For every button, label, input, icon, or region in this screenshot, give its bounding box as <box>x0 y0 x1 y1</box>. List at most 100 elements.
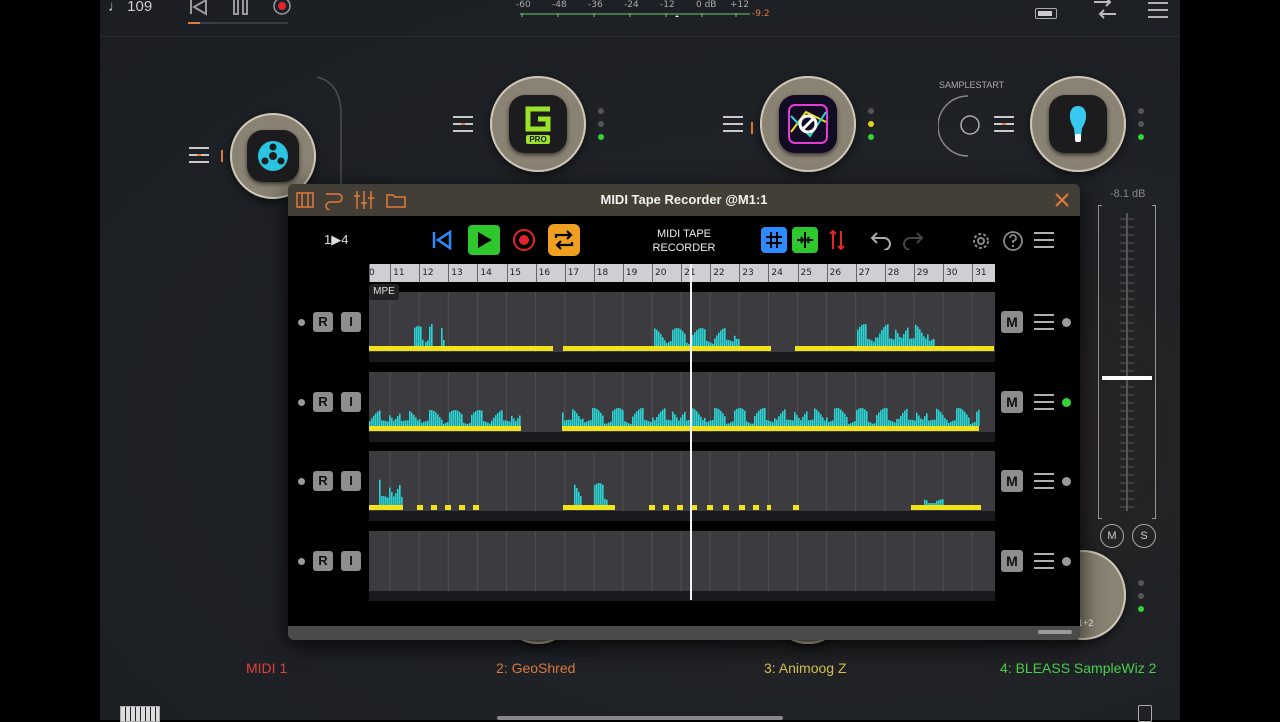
meter-tick: +12 <box>730 0 749 10</box>
ruler-tick <box>564 264 566 282</box>
midi-note <box>658 414 660 426</box>
loop-range-display[interactable]: 1▶4 <box>324 232 348 248</box>
tempo-display[interactable]: ♩ 109 <box>108 0 152 15</box>
help-button[interactable] <box>1002 230 1024 252</box>
rewind-button[interactable] <box>188 0 208 16</box>
playhead[interactable] <box>690 264 692 600</box>
midi-note <box>904 410 906 426</box>
track-mute-button[interactable]: M <box>1001 391 1023 413</box>
keyboard-view-button[interactable] <box>296 192 314 208</box>
midi-note <box>704 418 706 426</box>
track-lane[interactable] <box>369 531 995 601</box>
loop-button[interactable] <box>548 224 580 256</box>
node-settings-icon[interactable] <box>723 116 753 136</box>
geoshred-node[interactable]: PRO <box>490 76 586 172</box>
samplestart-knob[interactable] <box>938 94 1002 158</box>
record-icon <box>513 229 535 251</box>
settings-button[interactable] <box>970 230 992 252</box>
midi-note <box>952 420 954 426</box>
midi-note <box>887 324 889 346</box>
track-record-button[interactable]: R <box>313 471 333 491</box>
midi-note <box>457 410 459 426</box>
grid-snap-button[interactable] <box>761 227 787 253</box>
pause-button[interactable] <box>232 0 250 16</box>
midi-note <box>722 413 724 426</box>
track-lane[interactable] <box>369 292 995 362</box>
loop-icon <box>554 230 574 250</box>
transpose-button[interactable] <box>828 229 846 251</box>
midi-note <box>716 335 718 346</box>
track-mute-button[interactable]: M <box>1001 470 1023 492</box>
files-button[interactable] <box>386 192 406 208</box>
midi-note <box>718 332 720 346</box>
midi-note <box>891 338 893 346</box>
track-menu-button[interactable] <box>1034 553 1054 569</box>
window-title-bar[interactable]: MIDI Tape Recorder @M1:1 <box>288 184 1080 216</box>
play-button[interactable] <box>468 225 500 255</box>
record-arm-button[interactable] <box>512 228 536 252</box>
midi-note <box>964 411 966 426</box>
track-lane[interactable] <box>369 451 995 521</box>
midi-note <box>748 422 750 426</box>
midi-note <box>644 419 646 426</box>
clip-bar <box>369 505 403 510</box>
redo-button[interactable] <box>902 230 924 251</box>
track-lane[interactable] <box>369 372 995 442</box>
node-settings-icon[interactable] <box>994 116 1018 136</box>
midi-note <box>902 412 904 426</box>
track-menu-button[interactable] <box>1034 394 1054 410</box>
midi-note <box>433 410 435 426</box>
track-input-button[interactable]: I <box>341 551 361 571</box>
track-mute-button[interactable]: M <box>1001 550 1023 572</box>
track-mute-button[interactable]: M <box>1001 311 1023 333</box>
track-input-button[interactable]: I <box>341 312 361 332</box>
node-settings-icon[interactable] <box>189 147 213 167</box>
fader-mute-button[interactable]: M <box>1100 524 1124 548</box>
device-icon[interactable] <box>1138 705 1152 722</box>
node-settings-icon[interactable] <box>453 116 477 136</box>
track-record-button[interactable]: R <box>313 312 333 332</box>
mixer-view-button[interactable] <box>354 191 374 209</box>
record-button[interactable] <box>272 0 292 17</box>
split-button[interactable] <box>792 227 818 253</box>
midi-note <box>455 410 457 426</box>
midi-note <box>666 419 668 426</box>
routing-button[interactable] <box>1092 0 1118 20</box>
midi-note <box>738 339 740 346</box>
ruler-bar-number: 13 <box>451 268 463 278</box>
track-input-button[interactable]: I <box>341 471 361 491</box>
midi-note <box>449 412 451 426</box>
fader-solo-button[interactable]: S <box>1132 524 1156 548</box>
track-record-button[interactable]: R <box>313 551 333 571</box>
samplewiz-node[interactable] <box>1030 76 1126 172</box>
ruler-bar-number: 25 <box>800 268 812 278</box>
close-window-button[interactable] <box>1054 192 1070 208</box>
midi-note <box>674 414 676 426</box>
main-menu-button[interactable] <box>1148 2 1168 18</box>
midi-note <box>784 409 786 426</box>
return-to-start-button[interactable] <box>430 228 454 252</box>
clip-bar <box>473 505 479 510</box>
midi-note <box>668 419 670 426</box>
volume-fader[interactable] <box>1098 205 1156 519</box>
resize-handle[interactable] <box>1038 630 1072 634</box>
track-record-button[interactable]: R <box>313 392 333 412</box>
timeline-ruler[interactable]: 0111213141516171819202122232425262728293… <box>369 264 995 282</box>
routing-view-button[interactable] <box>324 190 344 211</box>
animoog-node[interactable] <box>760 76 856 172</box>
midi-note <box>694 409 696 426</box>
midi-note <box>640 408 642 426</box>
undo-button[interactable] <box>870 230 892 251</box>
progress-track <box>188 22 288 24</box>
track-menu-button[interactable] <box>1034 473 1054 489</box>
track-menu-button[interactable] <box>1034 314 1054 330</box>
track-input-button[interactable]: I <box>341 392 361 412</box>
ruler-bar-number: 11 <box>393 268 405 278</box>
window-menu-button[interactable] <box>1034 232 1054 248</box>
track-status-dot <box>298 399 305 406</box>
midi-note <box>572 409 574 426</box>
midi-note <box>487 422 489 426</box>
midi-note <box>710 420 712 426</box>
midi-note <box>423 421 425 426</box>
midi-note <box>680 329 682 346</box>
